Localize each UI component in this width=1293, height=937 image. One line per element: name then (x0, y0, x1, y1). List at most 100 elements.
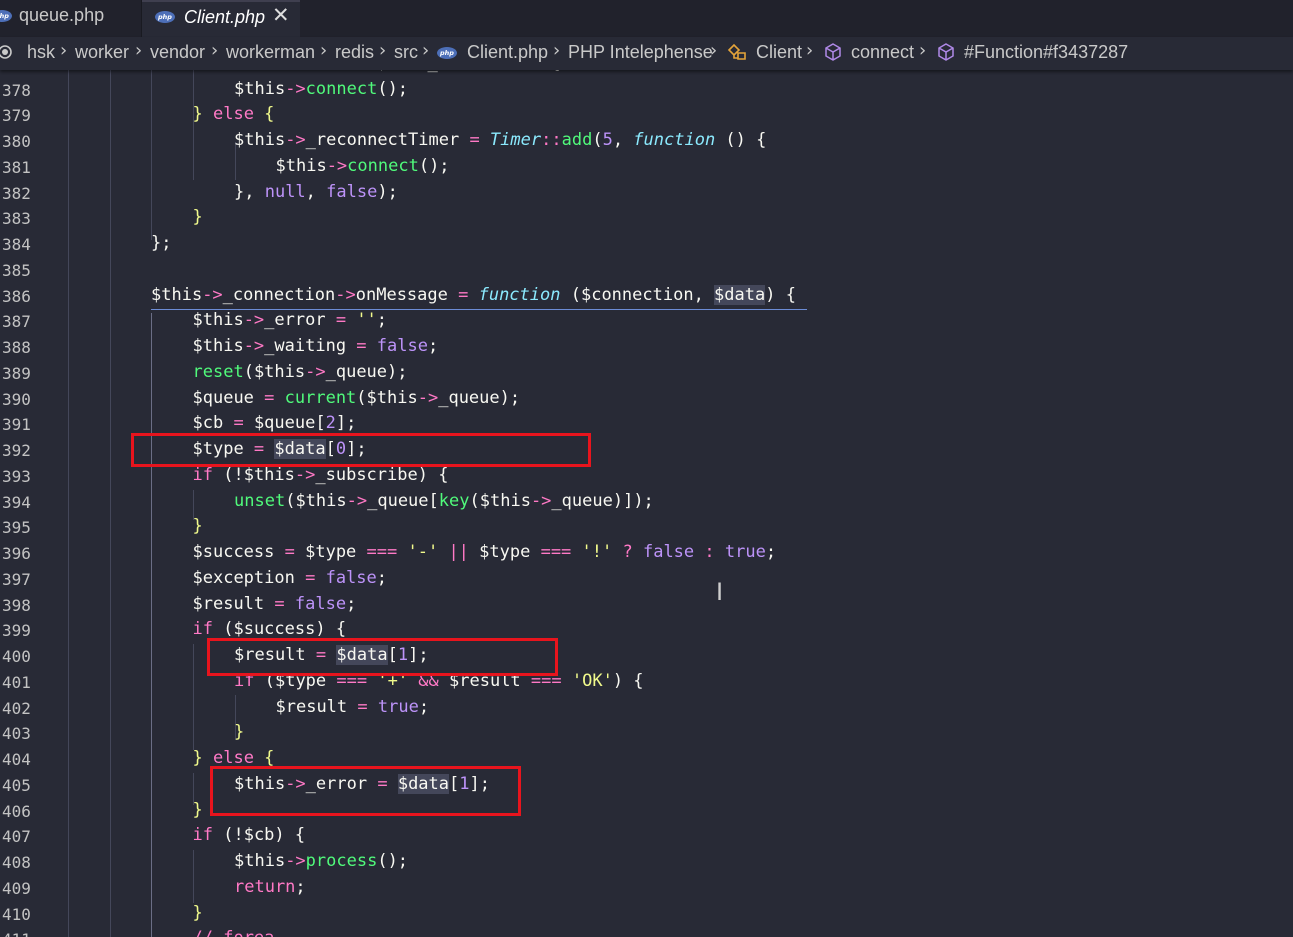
line-number: 411 (2, 930, 62, 937)
breadcrumb-item[interactable]: connect (851, 42, 914, 63)
code-token: -> (305, 361, 326, 382)
chevron-right-icon: › (135, 40, 143, 61)
code-token: ; (376, 310, 388, 331)
tab-client-php[interactable]: php Client.php ✕ (142, 0, 300, 37)
code-line[interactable]: $cb = $queue[2]; (193, 413, 357, 433)
line-number: 394 (2, 492, 31, 512)
line-number: 391 (2, 415, 31, 435)
breadcrumb-item[interactable]: Client.php (467, 42, 548, 63)
breadcrumb-item[interactable]: Client (756, 42, 802, 63)
code-token: forea (223, 928, 274, 937)
code-line[interactable]: } (234, 722, 244, 742)
code-line[interactable]: $this->process(); (234, 851, 408, 871)
code-token: $type (468, 542, 541, 562)
code-line[interactable]: $result = true; (276, 697, 430, 717)
code-token: : (694, 542, 715, 562)
code-line[interactable]: } else { (193, 104, 275, 124)
code-token: function (633, 130, 716, 150)
code-line[interactable]: // forea (193, 928, 275, 937)
code-token: -> (285, 78, 306, 99)
chevron-right-icon: › (320, 40, 328, 61)
breadcrumb-item[interactable]: vendor (150, 42, 205, 63)
chevron-right-icon: › (60, 40, 68, 61)
breadcrumb-item[interactable]: PHP Intelephense (568, 42, 713, 63)
line-number: 401 (2, 672, 31, 692)
code-line[interactable]: $this->_waiting = false; (193, 336, 439, 356)
code-line[interactable]: $this->connect(); (234, 79, 408, 99)
code-token: = (274, 593, 285, 614)
code-line[interactable]: $success = $type === '-' || $type === '!… (193, 542, 777, 562)
code-token: = (233, 413, 244, 434)
code-token: $cb (243, 825, 275, 846)
code-line[interactable]: }; (151, 233, 171, 253)
line-number: 392 (2, 441, 31, 460)
code-token: false (315, 567, 377, 588)
code-editor[interactable]: 377 378 379 380 381 382 383 384 385 386 387 388 389 3… (0, 70, 1293, 937)
code-line[interactable]: if ($success) { (193, 619, 347, 639)
code-token: ( (285, 490, 296, 511)
tab-queue-php[interactable]: php queue.php (0, 0, 142, 37)
code-token: current (274, 387, 357, 408)
code-line[interactable]: $queue = current($this->_queue); (193, 388, 521, 408)
code-line[interactable]: $result = false; (193, 594, 357, 614)
code-token: ); (377, 181, 398, 202)
code-line[interactable]: $this->_connection->onMessage = function… (151, 284, 796, 305)
code-line[interactable]: $exception = false; (193, 568, 388, 588)
highlight-box-error (210, 766, 521, 816)
code-line[interactable]: } (193, 207, 203, 227)
line-number: 408 (2, 853, 31, 872)
breadcrumb-item[interactable]: #Function#f3437287 (964, 42, 1128, 63)
code-token: ]; (335, 413, 357, 434)
code-token: -> (417, 387, 439, 408)
code-token: = (458, 284, 469, 305)
text-cursor-icon: I (716, 578, 724, 606)
code-token: -> (335, 284, 356, 305)
code-token: $queue (192, 387, 265, 408)
chevron-right-icon: › (710, 40, 718, 61)
code-token: _queue (551, 490, 613, 511)
code-line[interactable]: return; (234, 877, 306, 897)
code-line[interactable]: } (193, 800, 203, 820)
code-token: } (192, 902, 203, 923)
breadcrumb-item[interactable]: worker (75, 42, 129, 63)
code-token: = (335, 310, 347, 331)
code-token: $result (192, 593, 275, 614)
code-line[interactable]: $this->_error = ''; (193, 310, 388, 330)
code-line[interactable]: }, null, false); (234, 182, 398, 202)
code-line[interactable]: if (!$cb) { (193, 825, 306, 845)
code-token: } (192, 799, 203, 820)
breadcrumb-item[interactable]: hsk (27, 42, 55, 63)
code-token: (! (212, 825, 244, 846)
code-token: '!' (571, 542, 613, 562)
code-token: else (212, 748, 254, 768)
chevron-right-icon: › (422, 40, 430, 61)
code-token: { (253, 104, 275, 125)
line-number: 383 (2, 209, 31, 229)
code-token: $queue (243, 413, 316, 434)
code-token: ( (212, 619, 234, 640)
code-line[interactable]: } (193, 903, 203, 923)
code-line[interactable]: reset($this->_queue); (193, 362, 408, 382)
code-line[interactable]: $this->_reconnectTimer = Timer::add(5, f… (234, 130, 766, 150)
breadcrumb-item[interactable]: workerman (226, 42, 315, 63)
breadcrumb-item[interactable]: redis (335, 42, 374, 63)
code-line[interactable]: } (193, 516, 203, 536)
code-token: } (234, 722, 245, 743)
code-token: -> (326, 155, 348, 176)
code-line[interactable]: if (microtime(true) - $time_start > 5) { (151, 70, 561, 73)
code-line[interactable]: $this->connect(); (276, 156, 450, 176)
code-token: _queue (438, 387, 500, 408)
code-line[interactable]: if (!$this->_subscribe) { (193, 465, 449, 485)
code-token: = (305, 567, 316, 588)
close-icon[interactable]: ✕ (272, 3, 290, 27)
code-token: ( (592, 130, 603, 150)
breadcrumb-item[interactable]: src (394, 42, 418, 63)
line-number: 381 (2, 157, 31, 177)
code-line[interactable]: unset($this->_queue[key($this->_queue)])… (234, 491, 654, 511)
code-token: { (253, 748, 275, 768)
indent-guide (193, 115, 194, 180)
code-line[interactable]: } else { (193, 748, 275, 768)
code-token: , (612, 130, 634, 150)
highlight-box-type (131, 433, 591, 467)
code-token: (! (212, 464, 244, 485)
